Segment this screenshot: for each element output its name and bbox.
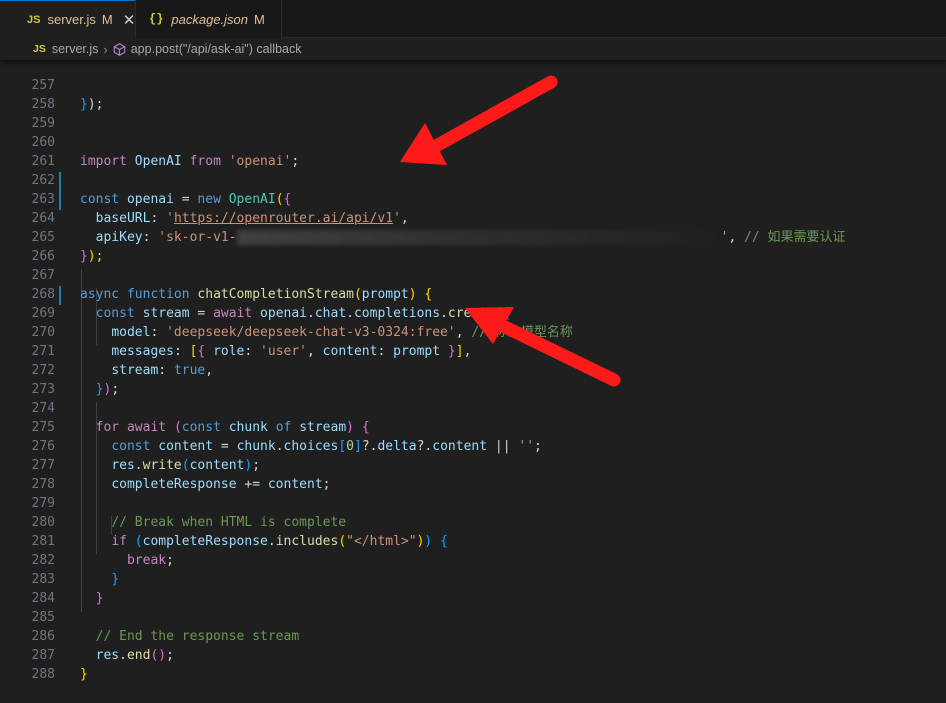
code-line[interactable]: 278	[0, 456, 946, 492]
code-line[interactable]: 260 import OpenAI from 'openai';	[0, 114, 946, 169]
code-line[interactable]: 275 const content = chunk.choices[0]?.de…	[0, 399, 946, 454]
code-editor[interactable]: 257 }); 258 259 260 import OpenAI from '…	[0, 60, 946, 684]
code-line[interactable]: 276 res.write(content);	[0, 418, 946, 473]
code-line[interactable]: 287 }	[0, 627, 946, 682]
code-line[interactable]: 280 if (completeResponse.includes("</htm…	[0, 494, 946, 549]
tab-server-js[interactable]: JS server.js M ✕	[0, 0, 136, 38]
code-line[interactable]: 274 for await (const chunk of stream) {	[0, 380, 946, 435]
tab-label: package.json	[171, 11, 249, 27]
code-line[interactable]: 262 const openai = new OpenAI({	[0, 152, 946, 207]
code-line[interactable]: 277 completeResponse += content;	[0, 437, 946, 492]
code-line[interactable]: 267 async function chatCompletionStream(…	[0, 247, 946, 302]
code-line[interactable]: 283 }	[0, 551, 946, 606]
code-line[interactable]: 273	[0, 361, 946, 397]
code-line[interactable]: 286 res.end();	[0, 608, 946, 663]
cube-method-icon	[113, 42, 126, 56]
code-line[interactable]: 269 model: 'deepseek/deepseek-chat-v3-03…	[0, 285, 946, 340]
code-line[interactable]: 264 apiKey: 'sk-or-v1- ', // 如果需要认证	[0, 190, 946, 245]
code-line[interactable]: 270 messages: [{ role: 'user', content: …	[0, 304, 946, 359]
code-line[interactable]: 263 baseURL: 'https://openrouter.ai/api/…	[0, 171, 946, 226]
code-line[interactable]: 285 // End the response stream	[0, 589, 946, 644]
token: }	[80, 667, 88, 682]
tab-package-json[interactable]: {} package.json M	[136, 0, 282, 38]
modified-indicator: M	[101, 12, 113, 27]
code-line[interactable]: 259	[0, 95, 946, 131]
javascript-file-icon: JS	[33, 43, 46, 55]
breadcrumb-file[interactable]: server.js	[52, 42, 99, 56]
close-icon[interactable]: ✕	[123, 11, 136, 29]
code-line[interactable]: 272 });	[0, 342, 946, 397]
breadcrumb: JS server.js › app.post("/api/ask-ai") c…	[0, 38, 946, 60]
code-line[interactable]: 284	[0, 570, 946, 606]
code-line[interactable]: 261	[0, 133, 946, 169]
code-line[interactable]: 281 break;	[0, 513, 946, 568]
code-line[interactable]: 266	[0, 228, 946, 264]
code-line[interactable]: 258	[0, 76, 946, 112]
code-line[interactable]: 268 const stream = await openai.chat.com…	[0, 266, 946, 321]
breadcrumb-symbol[interactable]: app.post("/api/ask-ai") callback	[131, 42, 302, 56]
javascript-file-icon: JS	[27, 13, 41, 26]
json-file-icon: {}	[149, 12, 164, 26]
code-line[interactable]: 265 });	[0, 209, 946, 264]
code-line[interactable]: 288	[0, 646, 946, 682]
code-line[interactable]: 282 }	[0, 532, 946, 587]
chevron-right-icon: ›	[103, 41, 108, 57]
modified-indicator: M	[254, 11, 265, 27]
line-number: 288	[31, 667, 55, 682]
code-line[interactable]: 279 // Break when HTML is complete	[0, 475, 946, 530]
code-line[interactable]: 271 stream: true,	[0, 323, 946, 378]
tab-label: server.js	[47, 12, 96, 27]
tab-bar: JS server.js M ✕ {} package.json M	[0, 0, 946, 38]
